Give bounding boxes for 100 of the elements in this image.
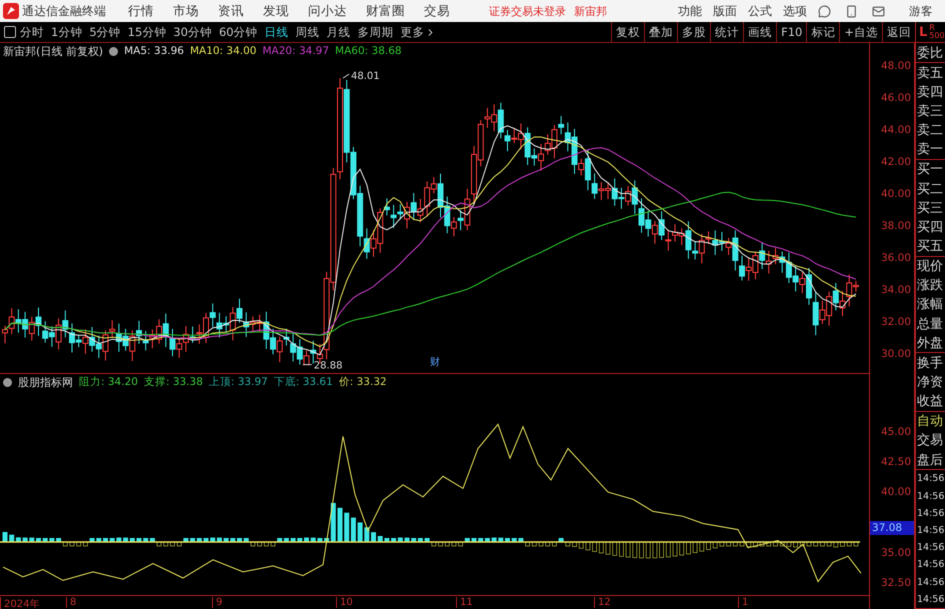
histogram-bar: [652, 542, 658, 558]
toolbar-button[interactable]: F10: [776, 22, 806, 42]
user-name[interactable]: 游客: [909, 4, 933, 18]
period-tab[interactable]: 1分钟: [51, 24, 82, 40]
level-sub-label: 500: [929, 32, 945, 40]
histogram-bar: [598, 542, 604, 554]
menu-item[interactable]: 选项: [783, 2, 807, 20]
chat-icon[interactable]: [818, 4, 831, 18]
price-axis-label: 42.00: [880, 156, 911, 168]
panel-toggle-icon[interactable]: [4, 26, 16, 38]
ma-value: MA60: 38.68: [335, 45, 402, 57]
event-marker[interactable]: 财: [430, 355, 440, 369]
histogram-bar: [250, 542, 256, 546]
histogram-bar: [438, 542, 443, 546]
quote-field-label: 涨跌: [916, 277, 944, 295]
leader-line: [342, 74, 350, 79]
phone-icon[interactable]: [845, 4, 858, 18]
menu-item[interactable]: 市场: [173, 2, 199, 20]
dropdown-icon[interactable]: [3, 378, 12, 386]
histogram-bar: [404, 538, 410, 542]
stock-name: 新宙邦: [574, 4, 607, 18]
menu-item[interactable]: 资讯: [218, 2, 244, 20]
histogram-bar: [452, 542, 456, 546]
histogram-bar: [854, 542, 858, 546]
menu-item[interactable]: 功能: [678, 2, 702, 20]
toolbar-button[interactable]: 叠加: [644, 22, 678, 42]
toolbar-button[interactable]: 标记: [806, 22, 840, 42]
menu-item[interactable]: 发现: [263, 2, 289, 20]
mode-option[interactable]: 自动: [916, 412, 945, 431]
quote-field-label: 换手: [916, 354, 944, 372]
mail-icon[interactable]: [872, 4, 885, 18]
toolbar-button[interactable]: 多股: [677, 22, 710, 42]
histogram-bar: [706, 542, 711, 550]
menu-item[interactable]: 公式: [748, 2, 772, 20]
histogram-bar: [820, 542, 825, 546]
toolbar-button[interactable]: 统计: [710, 22, 744, 42]
histogram-bar: [257, 542, 262, 546]
trade-time: 14:56: [916, 472, 945, 486]
dropdown-icon[interactable]: [109, 46, 118, 56]
date-label: 1: [738, 597, 748, 608]
period-tab[interactable]: 30分钟: [173, 24, 212, 40]
mode-option[interactable]: 盘后: [916, 450, 945, 470]
histogram-bar: [773, 542, 778, 546]
period-tab[interactable]: 15分钟: [128, 24, 166, 40]
histogram-bar: [746, 542, 752, 548]
indicator-value: 阻力: 34.20: [79, 375, 138, 389]
quote-field-label: 委比: [916, 44, 944, 62]
trade-time: 14:56: [916, 506, 945, 521]
trade-time: 14:56: [916, 558, 945, 572]
histogram-bar: [726, 542, 731, 546]
menu-item[interactable]: 财富圈: [366, 2, 405, 20]
high-price-label: 48.01: [351, 71, 380, 82]
period-tab[interactable]: 多周期: [358, 24, 394, 40]
histogram-bar: [444, 542, 450, 546]
price-axis-label: 48.00: [880, 60, 911, 72]
period-tab[interactable]: 分时: [20, 24, 44, 40]
indicator-value: 支撑: 33.38: [144, 375, 203, 389]
quote-field-label: 卖五: [916, 64, 944, 82]
toolbar-button[interactable]: 画线: [743, 22, 776, 42]
period-tab[interactable]: 周线: [296, 24, 320, 40]
period-tab[interactable]: 月线: [326, 24, 351, 40]
toolbar-button[interactable]: 返回: [882, 22, 915, 42]
toolbar-button[interactable]: +自选: [839, 22, 882, 42]
histogram-bar: [244, 538, 249, 542]
histogram-bar: [740, 542, 744, 546]
histogram-bar: [686, 542, 691, 554]
quote-field-label: 收益: [916, 393, 944, 411]
mode-option[interactable]: 交易: [916, 430, 945, 450]
histogram-bar: [464, 538, 470, 542]
quote-field-label: 买三: [916, 200, 944, 218]
quote-field-label: 买一: [916, 161, 944, 179]
price-axis-label: 36.00: [880, 252, 911, 264]
menu-item[interactable]: 交易: [424, 2, 450, 20]
more-tab[interactable]: 更多: [400, 24, 436, 40]
quote-field-label: 卖一: [916, 141, 944, 159]
period-tab[interactable]: 60分钟: [218, 24, 258, 40]
indicator-value: 上顶: 33.97: [208, 375, 268, 389]
histogram-bar: [619, 542, 624, 557]
histogram-bar: [612, 542, 618, 556]
histogram-bar: [338, 508, 342, 542]
menu-item[interactable]: 行情: [128, 2, 154, 20]
histogram-bar: [760, 542, 764, 546]
menu-item[interactable]: 版面: [713, 2, 737, 20]
histogram-bar: [270, 542, 276, 546]
ma-value: MA10: 34.00: [190, 45, 256, 57]
quote-field-label: 卖二: [916, 122, 944, 140]
date-label: 12: [594, 597, 611, 608]
low-price-label: 28.88: [314, 360, 342, 372]
histogram-bar: [712, 542, 718, 548]
date-label: 10: [336, 597, 353, 608]
period-tab[interactable]: 日线: [264, 24, 289, 40]
histogram-bar: [156, 542, 162, 546]
histogram-bar: [720, 542, 724, 547]
period-tab[interactable]: 5分钟: [89, 24, 121, 40]
trade-time: 14:56: [916, 541, 945, 556]
price-axis-label: 40.00: [880, 188, 911, 200]
menu-item[interactable]: 问小达: [308, 2, 347, 20]
quote-field-label: 总量: [916, 316, 944, 334]
app-logo-icon: [3, 3, 19, 19]
toolbar-button[interactable]: 复权: [611, 22, 644, 42]
